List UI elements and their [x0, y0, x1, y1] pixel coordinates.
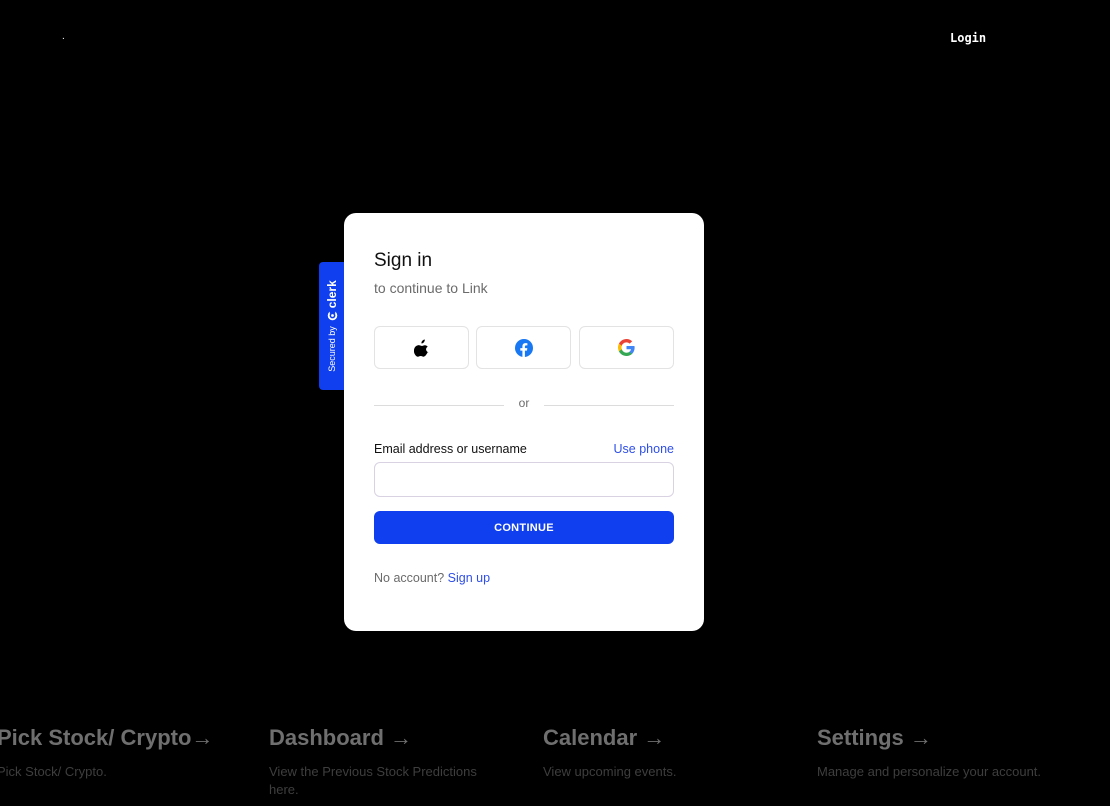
feature-pick-stock[interactable]: Pick Stock/ Crypto→ Pick Stock/ Crypto.	[0, 725, 227, 781]
continue-button[interactable]: CONTINUE	[374, 511, 674, 544]
google-icon	[618, 339, 635, 356]
login-link[interactable]: Login	[950, 31, 986, 45]
page: . Login Secured by clerk Sign in to cont…	[0, 0, 1110, 806]
use-phone-link[interactable]: Use phone	[614, 442, 674, 456]
email-input[interactable]	[374, 462, 674, 497]
google-sign-in-button[interactable]	[579, 326, 674, 369]
clerk-logo: clerk	[325, 280, 339, 321]
facebook-sign-in-button[interactable]	[476, 326, 571, 369]
divider-text: or	[518, 396, 530, 410]
email-label: Email address or username	[374, 442, 527, 456]
feature-title[interactable]: Dashboard →	[269, 725, 494, 751]
feature-description: View upcoming events.	[543, 764, 677, 779]
nav-logo[interactable]: .	[62, 31, 65, 42]
or-divider: or	[374, 396, 674, 414]
sign-in-card: Sign in to continue to Link or Email add…	[344, 213, 704, 631]
feature-description: Manage and personalize your account.	[817, 764, 1042, 779]
feature-description: Pick Stock/ Crypto.	[0, 764, 107, 779]
clerk-badge-content: Secured by clerk	[319, 262, 345, 390]
facebook-icon	[514, 338, 533, 357]
divider-line-left	[374, 405, 504, 406]
social-buttons	[374, 326, 674, 369]
divider-line-right	[544, 405, 674, 406]
clerk-brand-text: clerk	[325, 280, 339, 309]
secured-by-text: Secured by	[327, 326, 337, 372]
no-account-text: No account?	[374, 571, 445, 585]
feature-description: View the Previous Stock Predictions here…	[269, 764, 477, 797]
sign-in-title: Sign in	[374, 250, 433, 271]
feature-title[interactable]: Settings →	[817, 725, 1077, 751]
feature-title[interactable]: Calendar →	[543, 725, 773, 751]
apple-icon	[413, 339, 429, 357]
sign-in-subtitle: to continue to Link	[374, 280, 488, 296]
no-account-footer: No account? Sign up	[374, 571, 490, 585]
clerk-secured-badge[interactable]: Secured by clerk	[319, 262, 345, 390]
apple-sign-in-button[interactable]	[374, 326, 469, 369]
feature-settings[interactable]: Settings → Manage and personalize your a…	[817, 725, 1077, 781]
feature-calendar[interactable]: Calendar → View upcoming events.	[543, 725, 773, 781]
feature-dashboard[interactable]: Dashboard → View the Previous Stock Pred…	[269, 725, 494, 799]
clerk-logo-icon	[327, 310, 337, 321]
sign-up-link[interactable]: Sign up	[448, 571, 490, 585]
feature-title[interactable]: Pick Stock/ Crypto→	[0, 725, 227, 751]
